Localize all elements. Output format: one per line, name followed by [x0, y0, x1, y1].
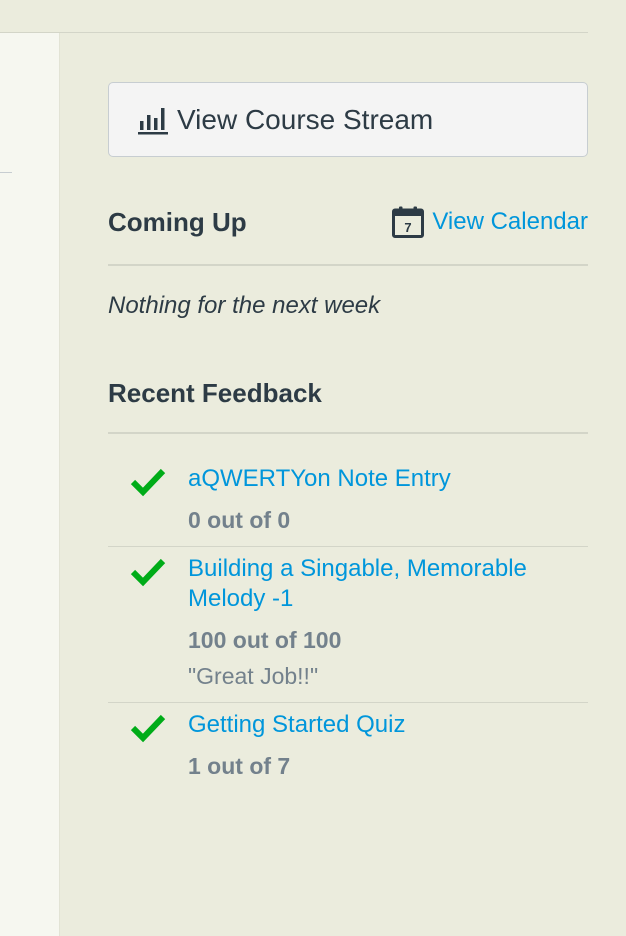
feedback-item-divider	[108, 546, 588, 547]
feedback-item-title[interactable]: aQWERTYon Note Entry	[188, 464, 558, 494]
view-calendar-link[interactable]: 7 View Calendar	[392, 206, 588, 238]
feedback-item: aQWERTYon Note Entry 0 out of 0	[108, 463, 588, 547]
view-course-stream-button[interactable]: View Course Stream	[108, 82, 588, 157]
content-divider	[0, 172, 12, 173]
feedback-item-score: 0 out of 0	[188, 507, 291, 533]
main-content-pane	[0, 0, 60, 936]
top-border	[0, 32, 588, 33]
recent-feedback-divider	[108, 432, 588, 434]
coming-up-header: Coming Up 7 View Calendar	[108, 200, 588, 244]
calendar-icon-day: 7	[405, 220, 412, 235]
feedback-item-title[interactable]: Getting Started Quiz	[188, 710, 558, 740]
view-calendar-label: View Calendar	[432, 208, 588, 235]
checkmark-icon	[130, 558, 166, 587]
top-strip	[0, 0, 60, 33]
feedback-item-title[interactable]: Building a Singable, Memorable Melody -1	[188, 554, 558, 614]
coming-up-heading: Coming Up	[108, 206, 247, 237]
checkmark-icon	[130, 468, 166, 497]
feedback-item-score: 1 out of 7	[188, 753, 291, 779]
recent-feedback-header: Recent Feedback	[108, 373, 588, 413]
bar-chart-icon	[138, 107, 168, 134]
coming-up-divider	[108, 264, 588, 266]
view-course-stream-label: View Course Stream	[177, 103, 434, 135]
checkmark-icon	[130, 714, 166, 743]
feedback-item: Getting Started Quiz 1 out of 7	[108, 709, 588, 793]
recent-feedback-heading: Recent Feedback	[108, 377, 322, 408]
coming-up-empty-text: Nothing for the next week	[108, 292, 381, 319]
feedback-item-score: 100 out of 100	[188, 627, 342, 653]
feedback-item-comment: "Great Job!!"	[188, 663, 319, 689]
feedback-item-divider	[108, 702, 588, 703]
calendar-icon: 7	[392, 206, 425, 238]
feedback-item: Building a Singable, Memorable Melody -1…	[108, 553, 588, 703]
